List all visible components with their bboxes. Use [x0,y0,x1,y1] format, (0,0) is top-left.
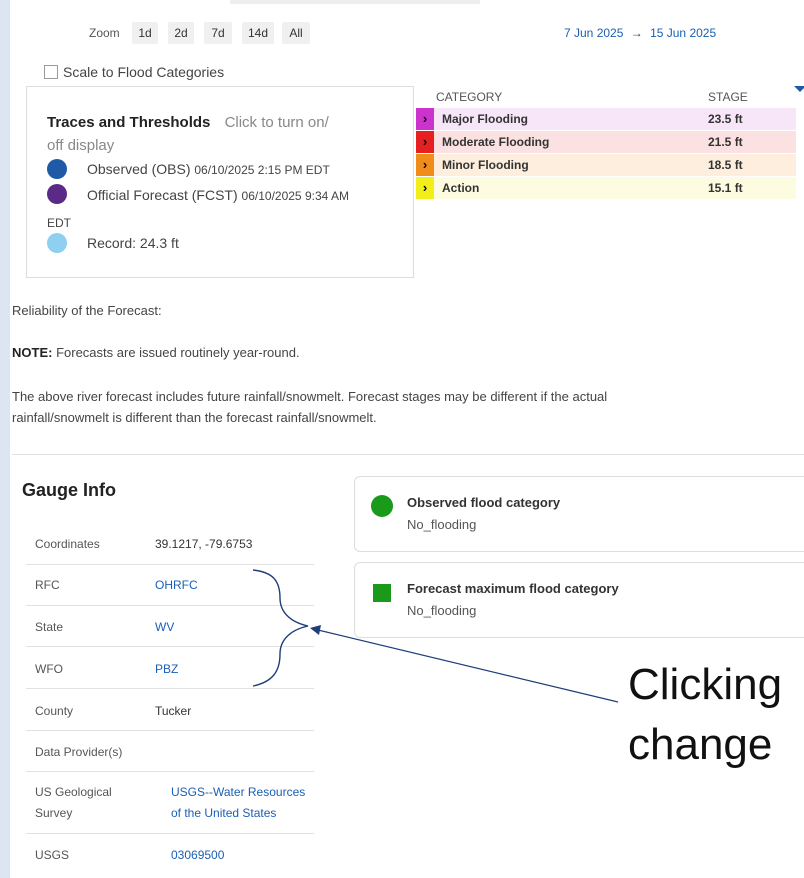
annotation-arrow-line [317,629,619,703]
annotation-brace [252,569,309,687]
annotation-text-line2: change [628,720,773,769]
arrowhead-icon [310,625,321,635]
page: Zoom 1d 2d 7d 14d All 7 Jun 2025 → 15 Ju… [10,0,804,878]
annotation-text-line1: Clicking [628,660,783,709]
